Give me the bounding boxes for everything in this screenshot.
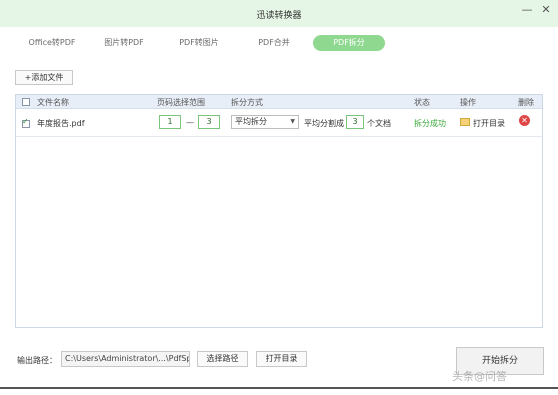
tab-pdf-merge[interactable]: PDF合并 — [250, 35, 298, 51]
status-badge: 拆分成功 — [414, 119, 446, 128]
tab-bar: Office转PDF 图片转PDF PDF转图片 PDF合并 PDF拆分 — [0, 32, 558, 52]
window-title: 迅读转换器 — [256, 11, 302, 21]
column-header-action: 操作 — [460, 98, 476, 107]
column-header-delete: 删除 — [518, 98, 534, 107]
select-all-checkbox[interactable] — [22, 98, 30, 106]
open-directory-button[interactable]: 打开目录 — [256, 351, 307, 367]
column-header-page-range: 页码选择范围 — [157, 98, 205, 107]
range-to-input[interactable]: 3 — [198, 115, 220, 129]
title-bar: 迅读转换器 — ✕ — [0, 0, 558, 27]
row-checkbox[interactable] — [22, 117, 30, 128]
average-count-input[interactable]: 3 — [346, 115, 364, 129]
table-row: 年度报告.pdf 1 — 3 平均拆分 ▼ 平均分割成 3 个文档 拆分成功 打… — [16, 110, 542, 137]
split-mode-select[interactable]: 平均拆分 ▼ — [231, 115, 299, 129]
folder-icon[interactable] — [460, 118, 470, 126]
column-header-filename: 文件名称 — [37, 98, 69, 107]
close-button[interactable]: ✕ — [538, 2, 554, 18]
range-from-input[interactable]: 1 — [159, 115, 181, 129]
dropdown-arrow-icon: ▼ — [290, 118, 295, 125]
tab-office-to-pdf[interactable]: Office转PDF — [22, 35, 82, 51]
range-dash: — — [186, 118, 194, 127]
output-path-field[interactable]: C:\Users\Administrator\...\PdfSplit — [61, 351, 190, 367]
bottom-divider — [0, 387, 558, 389]
file-list-panel: 文件名称 页码选择范围 拆分方式 状态 操作 删除 年度报告.pdf 1 — 3… — [15, 94, 543, 328]
add-file-button[interactable]: +添加文件 — [15, 70, 73, 85]
tab-pdf-split[interactable]: PDF拆分 — [313, 35, 385, 51]
column-header-split-mode: 拆分方式 — [231, 98, 263, 107]
minimize-button[interactable]: — — [519, 2, 535, 18]
watermark: 头条@问答 — [452, 370, 507, 383]
average-split-prefix: 平均分割成 — [304, 119, 344, 128]
delete-icon[interactable]: ✕ — [519, 115, 530, 126]
row-filename: 年度报告.pdf — [37, 119, 85, 128]
tab-pdf-to-image[interactable]: PDF转图片 — [170, 35, 228, 51]
column-header-status: 状态 — [414, 98, 430, 107]
output-path-label: 输出路径： — [17, 356, 57, 365]
choose-path-button[interactable]: 选择路径 — [197, 351, 248, 367]
split-mode-value: 平均拆分 — [235, 117, 267, 126]
open-directory-link[interactable]: 打开目录 — [473, 118, 505, 129]
average-split-suffix: 个文档 — [367, 119, 391, 128]
tab-image-to-pdf[interactable]: 图片转PDF — [96, 35, 152, 51]
table-header: 文件名称 页码选择范围 拆分方式 状态 操作 删除 — [16, 95, 542, 109]
